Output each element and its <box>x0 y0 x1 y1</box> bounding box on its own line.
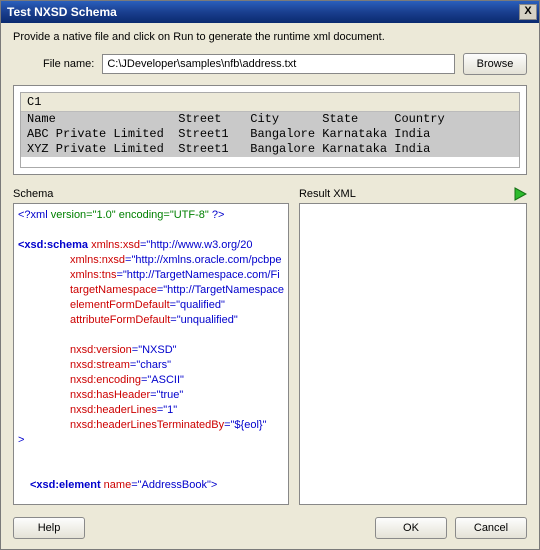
xml-token: nxsd:version <box>70 344 132 356</box>
xml-token: <?xml <box>18 209 51 221</box>
xml-token: nxsd:hasHeader <box>70 389 150 401</box>
xml-token: elementFormDefault <box>70 299 170 311</box>
preview-box: C1 Name Street City State Country ABC Pr… <box>13 85 527 175</box>
file-row: File name: Browse <box>13 53 527 75</box>
xml-token: xmlns:nxsd <box>70 254 125 266</box>
xml-token: "${eol}" <box>231 419 267 431</box>
xml-token: "1" <box>163 404 177 416</box>
xml-token: "true" <box>157 389 184 401</box>
ok-button[interactable]: OK <box>375 517 447 539</box>
xml-token: nxsd:stream <box>70 359 130 371</box>
xml-token: nxsd:headerLines <box>70 404 157 416</box>
xml-token: ?> <box>209 209 225 221</box>
xml-token: version="1.0" encoding="UTF-8" <box>51 209 209 221</box>
play-icon <box>513 187 527 201</box>
cancel-button[interactable]: Cancel <box>455 517 527 539</box>
result-body[interactable] <box>299 203 527 505</box>
xml-token: name <box>104 479 132 491</box>
xml-token: "AddressBook" <box>138 479 211 491</box>
xml-token: <xsd:element <box>30 479 104 491</box>
xml-token: "chars" <box>136 359 171 371</box>
table-header-c1: C1 <box>21 93 519 112</box>
table-row: ABC Private Limited Street1 Bangalore Ka… <box>21 127 519 142</box>
table-row: XYZ Private Limited Street1 Bangalore Ka… <box>21 142 519 157</box>
browse-button[interactable]: Browse <box>463 53 527 75</box>
xml-token: "http://www.w3.org/20 <box>146 239 252 251</box>
xml-token: "unqualified" <box>177 314 238 326</box>
close-icon: X <box>524 5 531 17</box>
xml-token: "ASCII" <box>147 374 184 386</box>
close-button[interactable]: X <box>519 4 537 20</box>
xml-token: "qualified" <box>176 299 225 311</box>
result-label: Result XML <box>299 188 356 200</box>
xml-token: "http://TargetNamespace.com/Fi <box>123 269 280 281</box>
schema-body[interactable]: <?xml version="1.0" encoding="UTF-8" ?> … <box>13 203 289 505</box>
instruction-text: Provide a native file and click on Run t… <box>13 31 527 43</box>
xml-token: nxsd:encoding <box>70 374 141 386</box>
titlebar: Test NXSD Schema X <box>1 1 539 23</box>
panels: Schema <?xml version="1.0" encoding="UTF… <box>13 185 527 505</box>
xml-token: "NXSD" <box>138 344 176 356</box>
footer: Help OK Cancel <box>13 515 527 539</box>
title-text: Test NXSD Schema <box>7 5 117 19</box>
xml-token: nxsd:headerLinesTerminatedBy <box>70 419 224 431</box>
xml-token: > <box>18 434 24 446</box>
run-button[interactable] <box>513 187 527 201</box>
xml-token: "http://TargetNamespace <box>163 284 284 296</box>
xml-token: <xsd:schema <box>18 239 91 251</box>
schema-label: Schema <box>13 188 53 200</box>
xml-token: xmlns:xsd <box>91 239 140 251</box>
filename-label: File name: <box>43 58 94 70</box>
filename-input[interactable] <box>102 54 455 74</box>
dialog-window: Test NXSD Schema X Provide a native file… <box>0 0 540 550</box>
xml-token: targetNamespace <box>70 284 157 296</box>
xml-token: > <box>211 479 217 491</box>
xml-token: "http://xmlns.oracle.com/pcbpe <box>131 254 281 266</box>
schema-panel: Schema <?xml version="1.0" encoding="UTF… <box>13 185 289 505</box>
preview-table: C1 Name Street City State Country ABC Pr… <box>21 93 519 157</box>
content-area: Provide a native file and click on Run t… <box>1 23 539 549</box>
xml-token: xmlns:tns <box>70 269 116 281</box>
result-panel: Result XML <box>299 185 527 505</box>
help-button[interactable]: Help <box>13 517 85 539</box>
table-row: Name Street City State Country <box>21 112 519 128</box>
xml-token: attributeFormDefault <box>70 314 170 326</box>
